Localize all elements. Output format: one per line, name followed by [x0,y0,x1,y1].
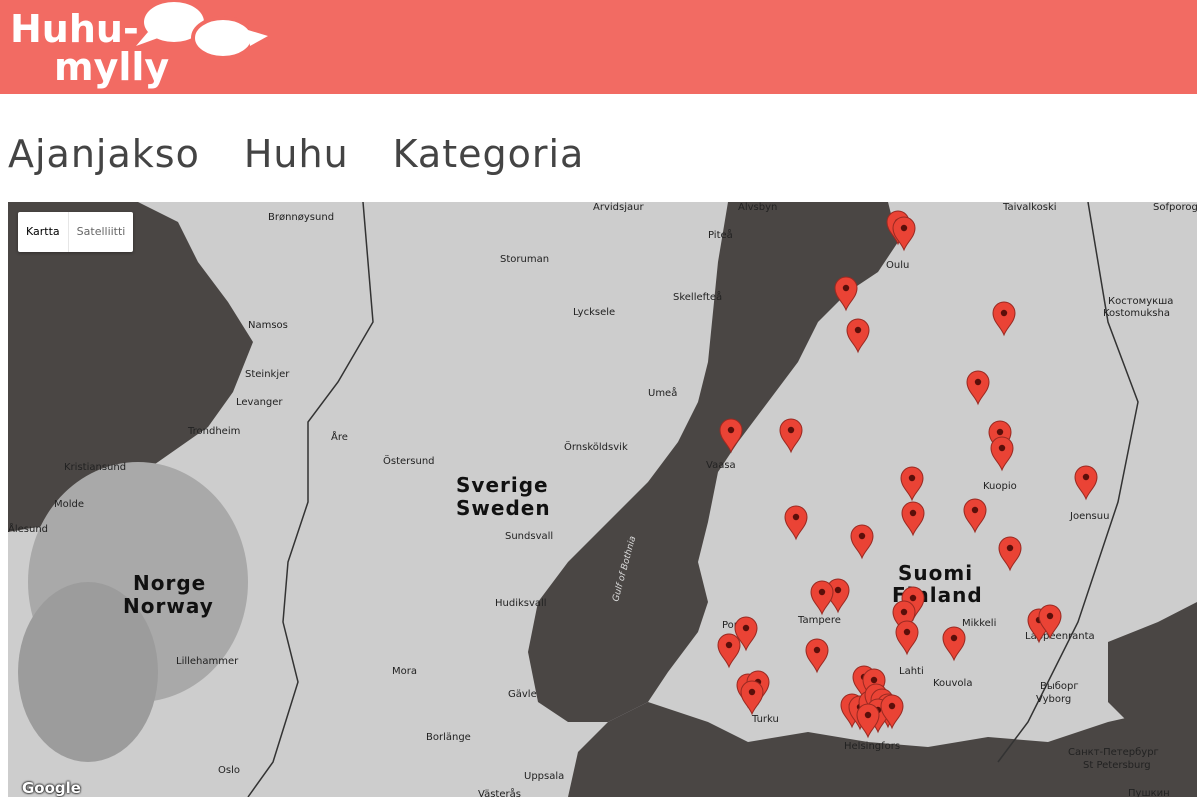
place-label: Lillehammer [176,656,239,667]
place-label: Turku [751,714,779,725]
place-label: St Petersburg [1083,760,1151,771]
place-label: Санкт-Петербург [1068,747,1159,758]
place-label: Arvidsjaur [593,202,644,213]
map-type-satellite-button[interactable]: Satelliitti [67,212,134,252]
place-label: Lahti [899,666,924,677]
place-label: Västerås [478,787,521,797]
site-header: Huhu- mylly [0,0,1197,94]
logo-line-2: mylly [54,45,169,89]
country-label-sweden: Sverige [456,473,549,497]
place-label: Skellefteå [673,290,722,303]
place-label: Oslo [218,765,240,776]
map-canvas[interactable]: Brønnøysund Arvidsjaur Taivalkoski Sofpo… [8,202,1197,797]
place-label: Kostomuksha [1103,308,1170,319]
place-label: Пушкин [1128,788,1170,797]
place-label: Molde [54,499,84,510]
place-label: Joensuu [1069,511,1109,522]
place-label: Tampere [797,615,841,626]
place-label: Piteå [708,228,733,241]
place-label: Örnsköldsvik [564,440,628,453]
place-label: Gävle [508,689,537,700]
place-label: Kristiansund [64,462,126,473]
map-type-kartta-button[interactable]: Kartta [18,212,68,252]
place-label: Taivalkoski [1002,202,1057,213]
place-label: Mikkeli [962,618,996,629]
place-label: Storuman [500,254,549,265]
tab-ajanjakso[interactable]: Ajanjakso [8,128,200,184]
place-label: Выборг [1040,681,1079,692]
place-label: Steinkjer [245,369,290,380]
place-label: Vyborg [1036,694,1071,705]
country-label-sweden-en: Sweden [456,496,551,520]
google-attribution: Google [22,779,81,797]
place-label: Helsingfors [844,741,900,752]
place-label: Sundsvall [505,531,553,542]
place-label: Östersund [383,454,435,467]
place-label: Hudiksvall [495,598,547,609]
place-label: Trondheim [187,426,240,437]
country-label-finland: Suomi [898,561,973,585]
place-label: Åre [331,430,348,443]
map-type-control: Kartta Satelliitti [18,212,134,252]
tab-kategoria[interactable]: Kategoria [393,128,585,184]
place-label: Kuopio [983,481,1017,492]
place-label: Костомукша [1108,296,1173,307]
place-label: Levanger [236,397,283,408]
place-label: Ålesund [8,522,48,535]
huhumylly-logo[interactable]: Huhu- mylly [8,0,270,90]
place-label: Umeå [648,386,677,399]
place-label: Mora [392,666,417,677]
place-label: Borlänge [426,732,471,743]
tab-huhu[interactable]: Huhu [244,128,349,184]
place-label: Namsos [248,320,288,331]
place-label: Oulu [886,260,909,271]
country-label-norway: Norge [133,571,206,595]
rumor-map[interactable]: Brønnøysund Arvidsjaur Taivalkoski Sofpo… [8,202,1197,797]
place-label: Vaasa [706,460,736,471]
filter-nav: Ajanjakso Huhu Kategoria [8,128,584,184]
place-label: Sofporog [1153,202,1197,213]
place-label: Kouvola [933,678,972,689]
country-label-norway-en: Norway [123,594,214,618]
place-label: Uppsala [524,771,564,782]
place-label: Brønnøysund [268,212,334,223]
place-label: Älvsbyn [738,202,777,213]
place-label: Lycksele [573,307,615,318]
